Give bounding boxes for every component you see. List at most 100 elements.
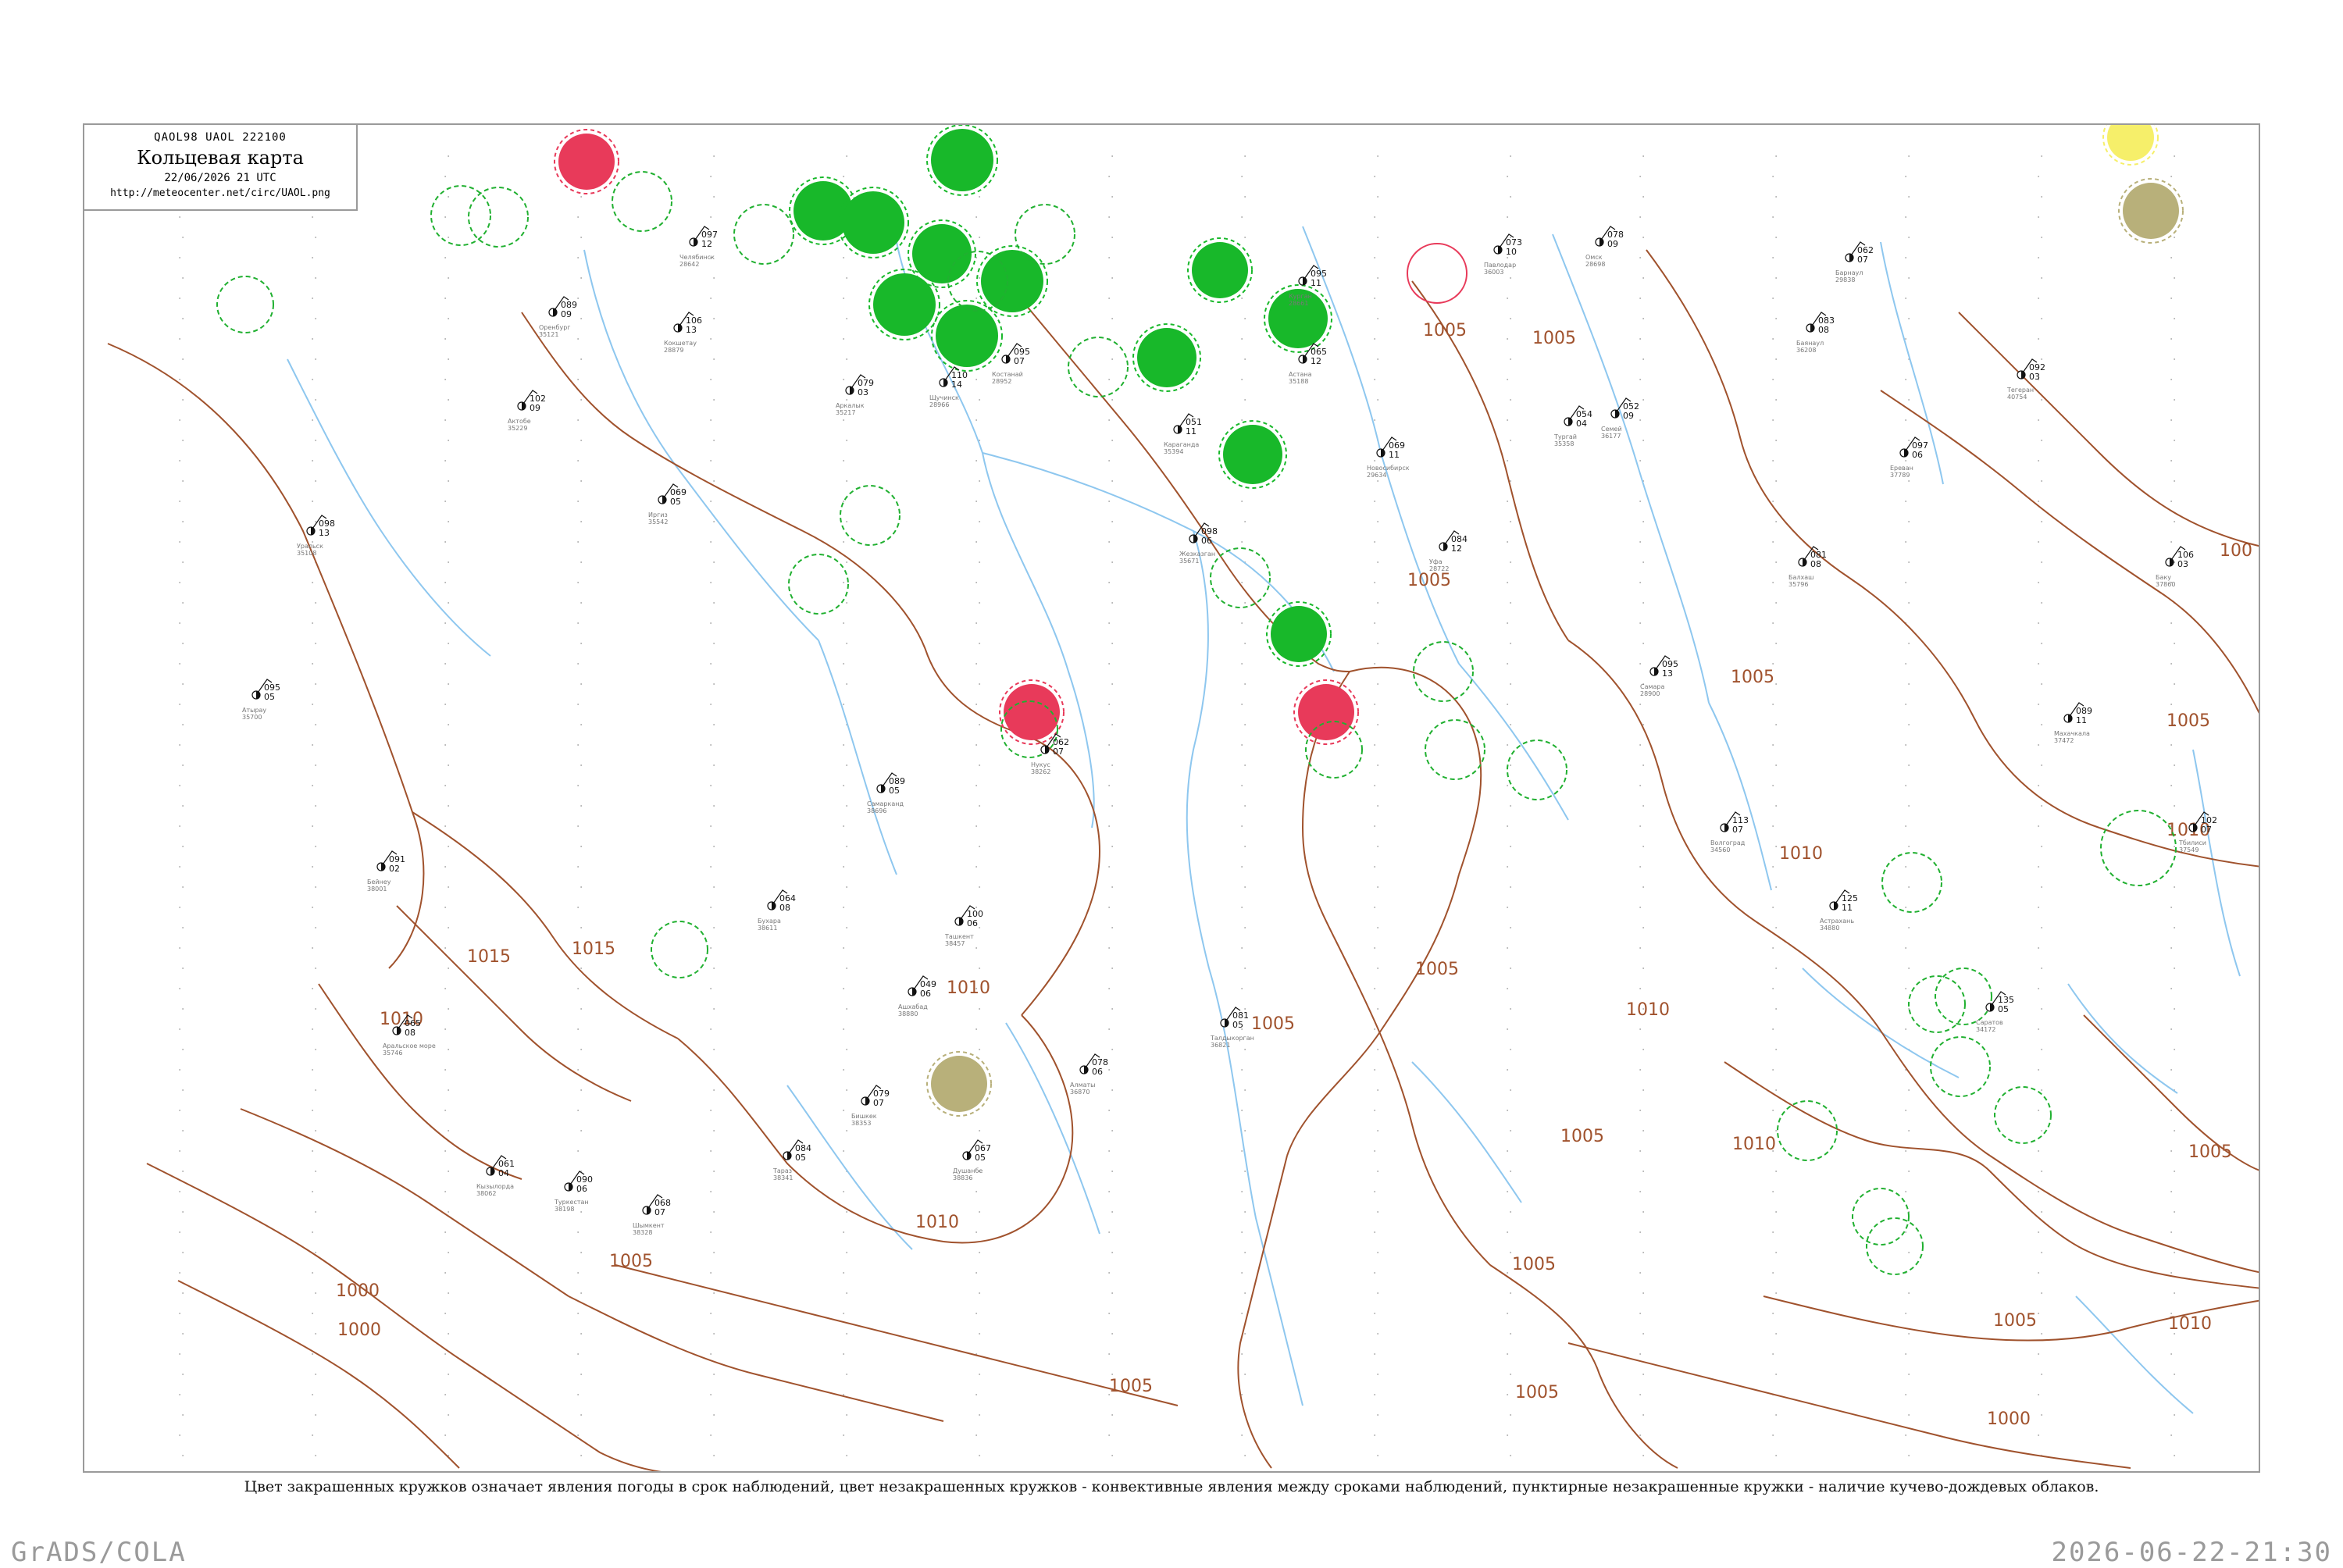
isobar-label: 1010 [2168,1314,2212,1334]
station-marker[interactable]: 06911Новосибирск29634 [1367,437,1410,479]
station-marker[interactable]: 04906Ашхабад38880 [898,975,936,1017]
cb-cloud-circle [612,171,672,232]
station-marker[interactable]: 06408Бухара38611 [758,889,796,932]
station-marker[interactable]: 09513Самара28900 [1640,655,1678,697]
rain-weather-circle [912,224,972,283]
station-marker[interactable]: 08405Тараз38341 [772,1139,811,1181]
station-name: Уфа [1429,558,1443,565]
station-index: 37789 [1890,472,1910,479]
station-tendency: 11 [2076,715,2087,725]
station-marker[interactable]: 08905Самарканд38696 [867,772,905,814]
station-index: 37860 [2156,581,2175,588]
station-marker[interactable]: 07907Бишкек38353 [851,1085,890,1127]
station-marker[interactable]: 09706Ереван37789 [1890,437,1928,479]
station-index: 35746 [383,1049,402,1057]
cb-cloud-circle [430,185,491,246]
station-marker[interactable]: 06512Астана35188 [1289,343,1327,385]
station-marker[interactable]: 06207Барнаул29838 [1835,241,1874,283]
station-marker[interactable]: 09505Атырау35700 [242,679,280,721]
station-marker[interactable]: 07310Павлодар36003 [1484,233,1522,276]
station-tendency: 12 [1451,543,1462,554]
station-tendency: 07 [1014,356,1025,366]
station-marker[interactable]: 06905Иргиз35542 [648,483,686,526]
station-marker[interactable]: 05111Караганда35394 [1164,413,1202,455]
station-tendency: 05 [889,786,900,796]
station-marker[interactable]: 09712Челябинск28642 [679,226,718,268]
station-index: 28952 [992,378,1011,385]
isobar-labels: 1000 1005 1005 1005 1005 1005 1005 1005 … [336,321,2252,1429]
station-marker[interactable]: 08308Баянаул36208 [1796,312,1835,354]
isobar-label: 1005 [2188,1142,2232,1162]
station-name: Аральское море [383,1042,436,1049]
station-marker[interactable]: 07903Аркалык35217 [836,374,874,416]
cb-cloud-circle [1777,1100,1838,1161]
station-index: 35121 [539,331,558,338]
station-marker[interactable]: 13505Саратов34172 [1976,991,2014,1033]
cb-cloud-circle [1881,852,1942,913]
station-index: 40754 [2007,394,2027,401]
cb-cloud-circle [1507,739,1567,800]
station-marker[interactable]: 10006Ташкент38457 [944,905,983,947]
station-marker[interactable]: 09806Жезказган35671 [1179,522,1218,565]
map-url[interactable]: http://meteocenter.net/circ/UAOL.png [84,187,356,199]
station-tendency: 06 [1092,1067,1103,1077]
station-name: Костанай [992,371,1023,378]
station-index: 38341 [773,1174,793,1181]
station-marker[interactable]: 05209Семей36177 [1601,397,1639,440]
station-name: Ташкент [944,933,974,940]
station-marker[interactable]: 08108Балхаш35796 [1788,546,1827,588]
station-marker[interactable]: 08911Махачкала37472 [2054,702,2092,744]
station-marker[interactable]: 09507Костанай28952 [992,343,1030,385]
station-tendency: 07 [1732,825,1743,835]
station-marker[interactable]: 08909Оренбург35121 [539,296,577,338]
station-tendency: 05 [1998,1004,2009,1014]
station-marker[interactable]: 05404Тургай35358 [1553,405,1592,447]
station-index: 35796 [1788,581,1808,588]
station-name: Кокшетау [664,340,697,347]
station-name: Ереван [1890,465,1913,472]
station-marker[interactable]: 07809Омск28698 [1585,226,1624,268]
footer-software: GrADS/COLA [11,1537,187,1568]
station-marker[interactable]: 10613Кокшетау28879 [664,312,702,354]
station-tendency: 11 [1186,426,1196,437]
station-tendency: 11 [1311,278,1321,288]
rain-weather-circle [931,129,993,191]
station-index: 29838 [1835,276,1855,283]
haze-weather-circle [2123,183,2179,239]
map-canvas[interactable]: 1000 1005 1005 1005 1005 1005 1005 1005 … [84,125,2260,1473]
station-marker[interactable]: 08412Уфа28722 [1429,530,1467,572]
isobar-label: 100 [2220,541,2252,561]
station-name: Павлодар [1484,262,1516,269]
station-marker[interactable]: 10209Актобе35229 [508,390,546,432]
station-marker[interactable]: 12511Астрахань34880 [1820,889,1858,932]
cb-cloud-circle [1852,1188,1910,1245]
station-tendency: 13 [686,325,697,335]
isobar-label: 1015 [572,939,615,959]
isobar-label: 1010 [915,1213,959,1232]
station-marker[interactable]: 11307Волгоград34560 [1710,811,1749,853]
station-marker[interactable]: 10603Баку37860 [2156,546,2194,588]
station-marker[interactable]: 09006Туркестан38198 [554,1171,593,1213]
station-marker[interactable]: 07806Алматы36870 [1070,1053,1108,1096]
cb-cloud-circle [1413,641,1474,702]
isobar-label: 1005 [1731,668,1774,687]
station-name: Оренбург [539,324,570,331]
map-code: QAOL98 UAOL 222100 [154,131,287,144]
station-name: Туркестан [554,1199,589,1206]
cb-cloud-circle [840,485,900,546]
station-marker[interactable]: 06807Шымкент38328 [633,1194,671,1236]
station-tendency: 06 [1912,450,1923,460]
isobar-label: 1005 [1423,321,1467,340]
station-tendency: 13 [319,528,330,538]
station-name: Барнаул [1835,269,1863,276]
station-marker[interactable]: 09102Бейнеу38001 [367,850,405,893]
station-index: 35358 [1554,440,1574,447]
station-marker[interactable]: 06705Душанбе38836 [953,1139,991,1181]
station-name: Новосибирск [1367,465,1410,472]
rain-weather-circle [981,250,1043,312]
isobar-label: 1010 [1779,844,1823,864]
station-marker[interactable]: 08105Талдыкорган36821 [1210,1007,1254,1049]
station-index: 36821 [1211,1042,1230,1049]
isobar-label: 1005 [1993,1311,2037,1331]
map-valid-time: 22/06/2026 21 UTC [164,172,276,184]
